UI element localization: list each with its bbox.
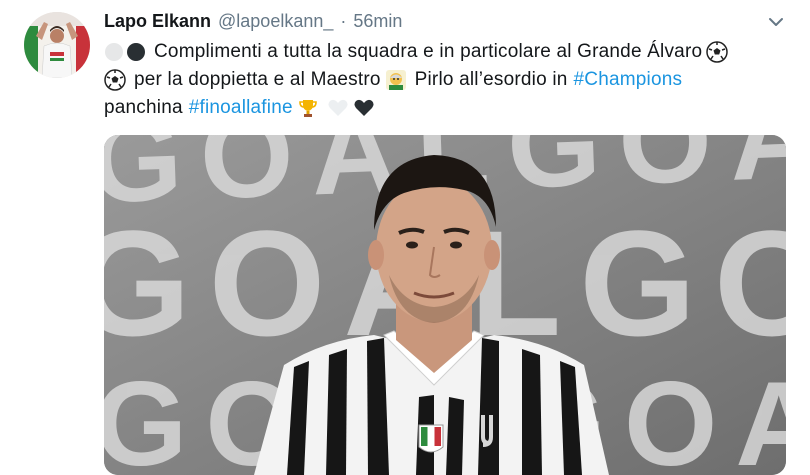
timestamp[interactable]: 56min xyxy=(353,11,402,32)
white-circle-emoji xyxy=(105,43,123,61)
tweet-text-line-2: per la doppietta e al Maestro Pirlo all’… xyxy=(104,66,794,94)
white-heart-emoji xyxy=(328,99,348,116)
avatar-image xyxy=(24,12,90,78)
tweet-text-segment: panchina xyxy=(104,97,183,118)
tweet-media-image[interactable]: GOALGOAL GOALGOAL GOALGOAL xyxy=(104,135,786,475)
soccer-ball-emoji xyxy=(706,41,728,63)
tweet-text-line-3: panchina #finoallafine xyxy=(104,94,794,122)
tweet-header: Lapo Elkann @lapoelkann_ · 56min xyxy=(104,11,402,35)
hashtag-finoallafine-link[interactable]: #finoallafine xyxy=(189,94,293,122)
tweet-text-line-1: Complimenti a tutta la squadra e in part… xyxy=(104,38,794,66)
more-options-button[interactable] xyxy=(766,12,786,32)
soccer-ball-emoji xyxy=(104,69,126,91)
chevron-down-icon xyxy=(769,18,783,26)
avatar[interactable] xyxy=(24,12,90,78)
black-circle-emoji xyxy=(127,43,145,61)
tweet-text-segment: Complimenti a tutta la squadra e in part… xyxy=(154,41,703,62)
tweet[interactable]: Lapo Elkann @lapoelkann_ · 56min Complim… xyxy=(0,0,810,475)
handle[interactable]: @lapoelkann_ xyxy=(218,11,333,32)
old-man-emoji xyxy=(385,70,406,90)
black-heart-emoji xyxy=(354,99,374,116)
hashtag-champions-link[interactable]: #Champions xyxy=(574,66,683,94)
trophy-emoji xyxy=(298,100,317,117)
separator-dot: · xyxy=(340,11,347,31)
tweet-text-segment: Pirlo all’esordio in xyxy=(414,69,568,90)
player-photo: GOALGOAL GOALGOAL GOALGOAL xyxy=(104,135,786,475)
tweet-text: Complimenti a tutta la squadra e in part… xyxy=(104,38,794,122)
tweet-text-segment: per la doppietta e al Maestro xyxy=(134,69,381,90)
display-name[interactable]: Lapo Elkann xyxy=(104,11,211,32)
jersey-badge xyxy=(418,424,444,453)
